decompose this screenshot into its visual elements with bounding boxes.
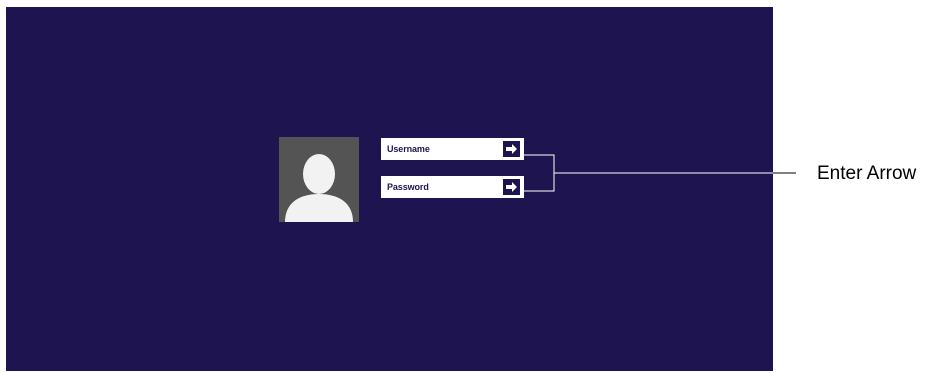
username-field[interactable]: Username bbox=[381, 138, 524, 160]
arrow-right-icon bbox=[506, 144, 517, 154]
user-silhouette-icon bbox=[285, 154, 353, 222]
user-avatar bbox=[279, 137, 359, 222]
username-placeholder: Username bbox=[387, 144, 430, 154]
arrow-right-icon bbox=[506, 182, 517, 192]
password-placeholder: Password bbox=[387, 182, 429, 192]
password-enter-button[interactable] bbox=[503, 179, 520, 195]
enter-arrow-callout-label: Enter Arrow bbox=[817, 163, 917, 184]
password-field[interactable]: Password bbox=[381, 176, 524, 198]
username-enter-button[interactable] bbox=[503, 141, 520, 157]
page: Username Password Enter Arrow bbox=[0, 0, 951, 373]
